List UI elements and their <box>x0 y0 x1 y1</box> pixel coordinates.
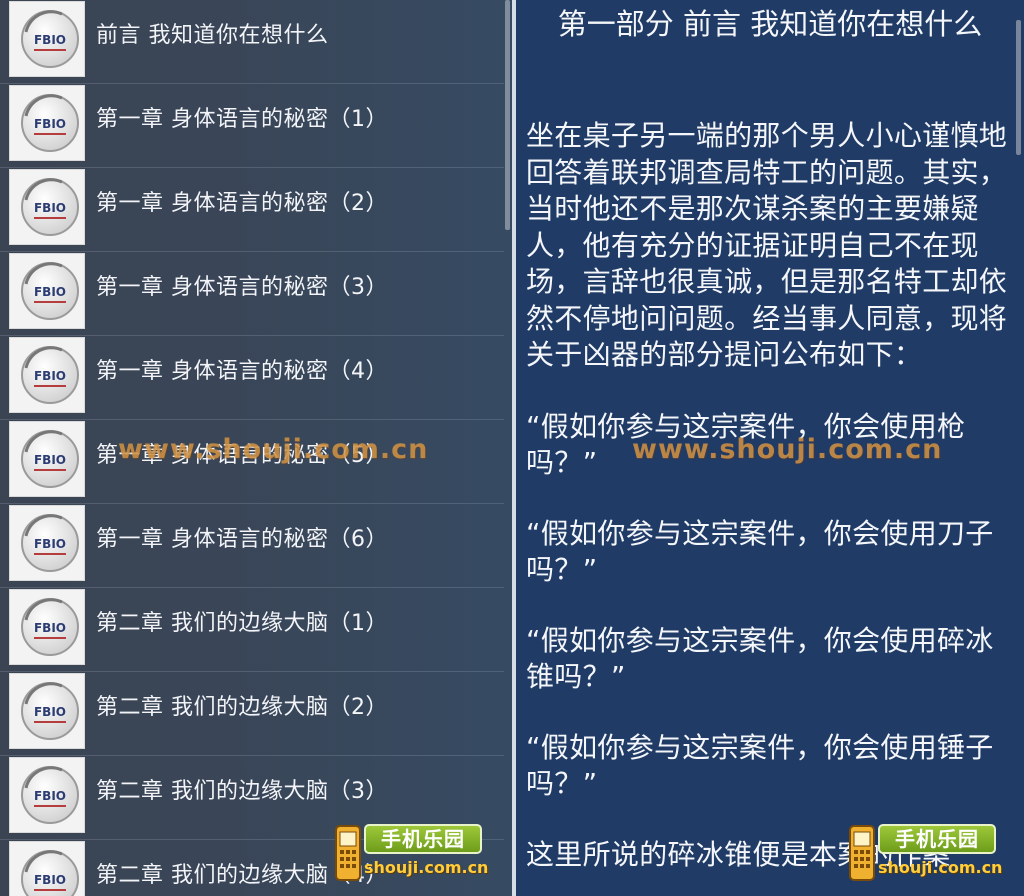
chapter-title: 第二章 我们的边缘大脑（2） <box>96 695 388 720</box>
chapter-title: 第一章 身体语言的秘密（3） <box>96 275 388 300</box>
article-paragraph: “假如你参与这宗案件，你会使用枪吗？” <box>526 409 966 480</box>
fbi-badge-icon: FBIO <box>9 169 85 245</box>
fbi-badge-icon: FBIO <box>9 673 85 749</box>
chapter-item[interactable]: FBIO 第一章 身体语言的秘密（5） <box>0 420 504 504</box>
chapter-item[interactable]: FBIO 第一章 身体语言的秘密（1） <box>0 84 504 168</box>
chapter-title: 第一章 身体语言的秘密（5） <box>96 443 388 468</box>
svg-text:FBIO: FBIO <box>34 369 66 383</box>
fbi-badge-icon: FBIO <box>9 337 85 413</box>
svg-text:FBIO: FBIO <box>34 117 66 131</box>
app-screen: FBIO 前言 我知道你在想什么 FBIO 第一章 身体语言的秘密（1） FBI… <box>0 0 1024 896</box>
chapter-title: 第一章 身体语言的秘密（1） <box>96 107 388 132</box>
chapter-title: 第二章 我们的边缘大脑（4） <box>96 863 388 888</box>
article-title: 第一部分 前言 我知道你在想什么 <box>557 7 983 41</box>
fbi-badge-icon: FBIO <box>9 1 85 77</box>
svg-text:FBIO: FBIO <box>34 789 66 803</box>
article-body: 坐在桌子另一端的那个男人小心谨慎地回答着联邦调查局特工的问题。其实，当时他还不是… <box>526 118 1010 896</box>
chapter-title: 第一章 身体语言的秘密（2） <box>96 191 388 216</box>
chapter-item[interactable]: FBIO 第二章 我们的边缘大脑（1） <box>0 588 504 672</box>
fbi-badge-icon: FBIO <box>9 841 85 896</box>
chapter-item[interactable]: FBIO 前言 我知道你在想什么 <box>0 0 504 84</box>
svg-text:FBIO: FBIO <box>34 201 66 215</box>
chapter-item[interactable]: FBIO 第一章 身体语言的秘密（4） <box>0 336 504 420</box>
chapter-title: 第二章 我们的边缘大脑（3） <box>96 779 388 804</box>
svg-text:FBIO: FBIO <box>34 621 66 635</box>
fbi-badge-icon: FBIO <box>9 253 85 329</box>
chapter-title: 第二章 我们的边缘大脑（1） <box>96 611 388 636</box>
fbi-badge-icon: FBIO <box>9 505 85 581</box>
reader-scrollbar[interactable] <box>1016 20 1021 155</box>
list-scrollbar[interactable] <box>505 0 510 230</box>
fbi-badge-icon: FBIO <box>9 421 85 497</box>
svg-text:FBIO: FBIO <box>34 285 66 299</box>
chapter-item[interactable]: FBIO 第二章 我们的边缘大脑（2） <box>0 672 504 756</box>
chapter-title: 第一章 身体语言的秘密（6） <box>96 527 388 552</box>
chapter-item[interactable]: FBIO 第一章 身体语言的秘密（2） <box>0 168 504 252</box>
article-paragraph: 这里所说的碎冰锥便是本案的作案 <box>526 837 951 871</box>
article-paragraph: “假如你参与这宗案件，你会使用锤子吗？” <box>526 730 994 801</box>
fbi-badge-icon: FBIO <box>9 85 85 161</box>
svg-text:FBIO: FBIO <box>34 537 66 551</box>
article-paragraph: “假如你参与这宗案件，你会使用刀子吗？” <box>526 516 994 587</box>
reader-panel[interactable]: 第一部分 前言 我知道你在想什么 坐在桌子另一端的那个男人小心谨慎地回答着联邦调… <box>516 0 1024 896</box>
chapter-item[interactable]: FBIO 第一章 身体语言的秘密（6） <box>0 504 504 588</box>
svg-text:FBIO: FBIO <box>34 705 66 719</box>
chapter-title: 第一章 身体语言的秘密（4） <box>96 359 388 384</box>
chapter-item[interactable]: FBIO 第二章 我们的边缘大脑（3） <box>0 756 504 840</box>
article-paragraph: “假如你参与这宗案件，你会使用碎冰锥吗？” <box>526 623 994 694</box>
chapter-list: FBIO 前言 我知道你在想什么 FBIO 第一章 身体语言的秘密（1） FBI… <box>0 0 504 896</box>
svg-text:FBIO: FBIO <box>34 33 66 47</box>
chapter-item[interactable]: FBIO 第一章 身体语言的秘密（3） <box>0 252 504 336</box>
svg-text:FBIO: FBIO <box>34 453 66 467</box>
fbi-badge-icon: FBIO <box>9 757 85 833</box>
chapter-title: 前言 我知道你在想什么 <box>96 23 329 48</box>
svg-text:FBIO: FBIO <box>34 873 66 887</box>
chapter-list-panel[interactable]: FBIO 前言 我知道你在想什么 FBIO 第一章 身体语言的秘密（1） FBI… <box>0 0 512 896</box>
chapter-item[interactable]: FBIO 第二章 我们的边缘大脑（4） <box>0 840 504 896</box>
fbi-badge-icon: FBIO <box>9 589 85 665</box>
article-paragraph: 坐在桌子另一端的那个男人小心谨慎地回答着联邦调查局特工的问题。其实，当时他还不是… <box>526 119 1008 371</box>
